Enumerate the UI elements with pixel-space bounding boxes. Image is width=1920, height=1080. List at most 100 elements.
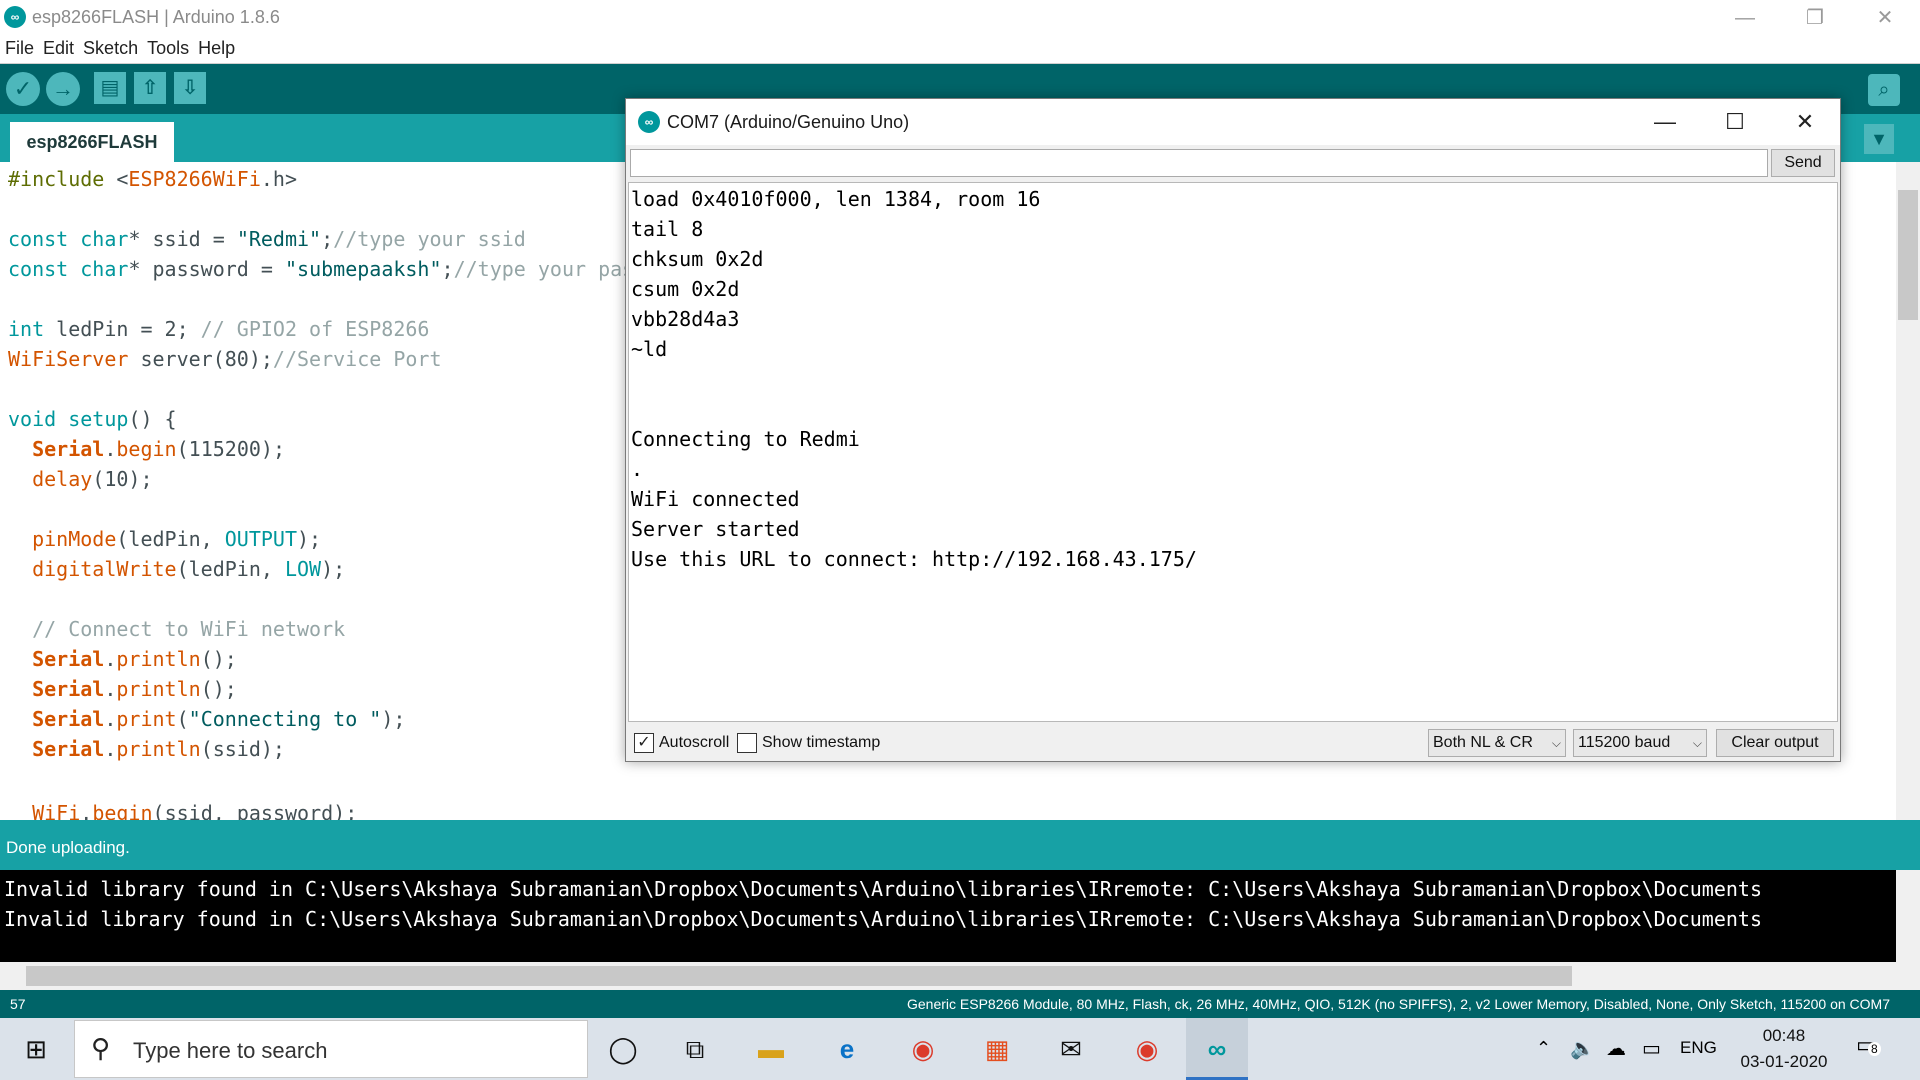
serial-line: ~ld: [631, 337, 668, 361]
console-scroll-thumb[interactable]: [26, 966, 1572, 986]
edge-button[interactable]: e: [816, 1024, 878, 1074]
title-bar: ∞ esp8266FLASH | Arduino 1.8.6 — ❐ ✕: [0, 0, 1920, 36]
console-scrollbar[interactable]: [1896, 870, 1920, 962]
serial-monitor-title: COM7 (Arduino/Genuino Uno): [667, 112, 910, 132]
console-output[interactable]: Invalid library found in C:\Users\Akshay…: [0, 870, 1896, 962]
search-icon: ⚲: [91, 1033, 111, 1063]
tab-esp8266flash[interactable]: esp8266FLASH: [10, 122, 174, 162]
close-button[interactable]: ✕: [1850, 0, 1920, 36]
send-button[interactable]: Send: [1771, 149, 1835, 177]
language-indicator[interactable]: ENG: [1680, 1038, 1717, 1058]
show-hidden-icons-button[interactable]: ⌃: [1536, 1038, 1551, 1059]
task-view-button[interactable]: ⧉: [664, 1024, 726, 1074]
autoscroll-checkbox[interactable]: ✓: [634, 733, 654, 753]
taskbar-search[interactable]: ⚲ Type here to search: [74, 1020, 588, 1078]
code-line: const char* ssid = "Redmi";//type your s…: [8, 227, 526, 251]
task-view-icon: ⧉: [685, 1034, 705, 1064]
autoscroll-label: Autoscroll: [659, 734, 730, 751]
serial-close-button[interactable]: ✕: [1770, 99, 1840, 145]
baud-rate-select[interactable]: 115200 baud ⌵: [1573, 729, 1707, 757]
code-line: WiFi.begin(ssid, password);: [32, 801, 358, 820]
code-line: #include <ESP8266WiFi.h>: [8, 167, 297, 191]
new-sketch-button[interactable]: ▤: [94, 72, 126, 104]
arrow-right-icon: →: [52, 76, 74, 101]
serial-line: load 0x4010f000, len 1384, room 16: [631, 187, 1041, 211]
menu-sketch[interactable]: Sketch: [78, 36, 142, 59]
status-area: Done uploading.: [0, 820, 1920, 870]
verify-button[interactable]: ✓: [6, 72, 40, 106]
tab-menu-button[interactable]: ▼: [1864, 124, 1894, 154]
serial-input-field[interactable]: [630, 149, 1768, 177]
code-line: pinMode(ledPin, OUTPUT);: [32, 527, 322, 551]
serial-monitor-window: ∞ COM7 (Arduino/Genuino Uno) — ☐ ✕ Send …: [625, 98, 1841, 762]
serial-monitor-button[interactable]: ⌕: [1868, 74, 1900, 106]
code-line: Serial.println(ssid);: [32, 737, 285, 761]
code-line: Serial.println();: [32, 647, 237, 671]
clock-time[interactable]: 00:48: [1724, 1026, 1844, 1046]
serial-minimize-button[interactable]: —: [1630, 99, 1700, 145]
code-line: delay(10);: [32, 467, 153, 491]
code-line: // Connect to WiFi network: [32, 617, 346, 641]
start-button[interactable]: ⊞: [0, 1018, 72, 1080]
arrow-up-icon: ⇧: [141, 77, 159, 99]
editor-scroll-thumb[interactable]: [1898, 190, 1918, 320]
serial-line: Server started: [631, 517, 800, 541]
onedrive-icon[interactable]: ☁: [1606, 1036, 1626, 1061]
serial-output[interactable]: load 0x4010f000, len 1384, room 16 tail …: [628, 182, 1838, 722]
serial-maximize-button[interactable]: ☐: [1700, 99, 1770, 145]
chevron-down-icon: ⌵: [1551, 736, 1561, 750]
mail-button[interactable]: ✉: [1040, 1024, 1102, 1074]
taskbar: ⊞ ⚲ Type here to search ◯ ⧉ ▬ e ◉ ▦ ✉ ◉ …: [0, 1018, 1920, 1080]
chrome-icon: ◉: [1135, 1034, 1159, 1064]
chevron-down-icon: ⌵: [1692, 736, 1702, 750]
clear-output-button[interactable]: Clear output: [1716, 729, 1834, 757]
notification-button[interactable]: ▭ 8: [1856, 1032, 1881, 1058]
check-icon: ✓: [13, 76, 33, 101]
line-ending-select[interactable]: Both NL & CR ⌵: [1428, 729, 1566, 757]
maximize-icon: ☐: [1725, 109, 1745, 134]
code-line: Serial.print("Connecting to ");: [32, 707, 406, 731]
upload-button[interactable]: →: [46, 72, 80, 106]
show-timestamp-checkbox[interactable]: [737, 733, 757, 753]
menu-edit[interactable]: Edit: [38, 36, 78, 59]
open-button[interactable]: ⇧: [134, 72, 166, 104]
volume-icon[interactable]: 🔈: [1570, 1036, 1595, 1061]
serial-line: Use this URL to connect: http://192.168.…: [631, 547, 1197, 571]
store-icon: ▦: [984, 1034, 1010, 1064]
code-line: const char* password = "submepaaksh";//t…: [8, 257, 695, 281]
baud-rate-value: 115200 baud: [1578, 734, 1671, 751]
chrome-button[interactable]: ◉: [892, 1024, 954, 1074]
arduino-logo-icon: ∞: [4, 6, 26, 28]
footer-bar: 57 Generic ESP8266 Module, 80 MHz, Flash…: [0, 990, 1920, 1018]
show-timestamp-label: Show timestamp: [762, 734, 881, 751]
code-line: Serial.begin(115200);: [32, 437, 285, 461]
store-button[interactable]: ▦: [966, 1024, 1028, 1074]
mail-icon: ✉: [1060, 1034, 1082, 1064]
chrome-profile-button[interactable]: ◉: [1116, 1024, 1178, 1074]
line-number: 57: [10, 996, 26, 1012]
search-placeholder: Type here to search: [133, 1038, 328, 1063]
serial-monitor-controls: ✓ Autoscroll Show timestamp Both NL & CR…: [626, 725, 1840, 761]
checkmark-icon: ✓: [637, 734, 651, 751]
console-line: Invalid library found in C:\Users\Akshay…: [4, 907, 1762, 931]
menu-file[interactable]: File: [0, 36, 38, 59]
magnifier-icon: ⌕: [1878, 79, 1890, 101]
serial-line: .: [631, 457, 644, 481]
code-line: digitalWrite(ledPin, LOW);: [32, 557, 346, 581]
save-button[interactable]: ⇩: [174, 72, 206, 104]
arduino-logo-icon: ∞: [1207, 1034, 1227, 1064]
file-explorer-button[interactable]: ▬: [740, 1024, 802, 1074]
menu-tools[interactable]: Tools: [142, 36, 193, 59]
code-line: void setup() {: [8, 407, 177, 431]
serial-line: Connecting to Redmi: [631, 427, 860, 451]
serial-line: chksum 0x2d: [631, 247, 764, 271]
minimize-button[interactable]: —: [1710, 0, 1780, 36]
menu-help[interactable]: Help: [193, 36, 239, 59]
cortana-button[interactable]: ◯: [592, 1024, 654, 1074]
clock-date[interactable]: 03-01-2020: [1734, 1052, 1834, 1072]
restore-button[interactable]: ❐: [1780, 0, 1850, 36]
battery-icon[interactable]: ▭: [1642, 1036, 1661, 1061]
menu-bar: File Edit Sketch Tools Help: [0, 36, 1920, 64]
arduino-taskbar-button[interactable]: ∞: [1186, 1018, 1248, 1080]
chrome-icon: ◉: [911, 1034, 935, 1064]
